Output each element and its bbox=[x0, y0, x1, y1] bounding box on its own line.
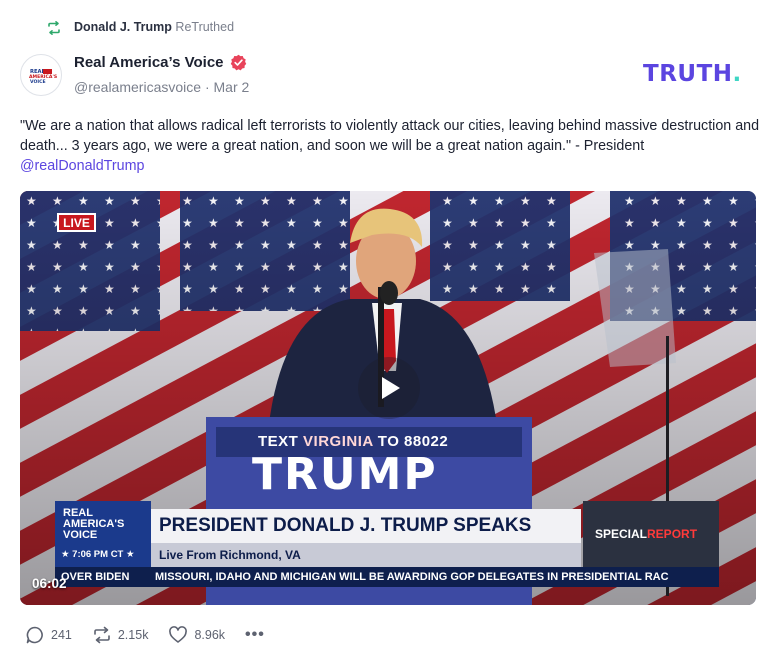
lower-third-headline: PRESIDENT DONALD J. TRUMP SPEAKS bbox=[151, 509, 581, 543]
podium-big-text: TRUMP bbox=[252, 449, 438, 500]
news-ticker: OVER BIDEN MISSOURI, IDAHO AND MICHIGAN … bbox=[55, 567, 719, 587]
podium-text-suffix: TO 88022 bbox=[373, 433, 449, 450]
verified-badge-icon bbox=[230, 54, 246, 71]
video-player[interactable]: ★ LIVE TEXT VIRGINIA TO 88022 TRUMP bbox=[20, 191, 756, 605]
post-body: "We are a nation that allows radical lef… bbox=[20, 118, 760, 154]
retruth-count: 2.15k bbox=[117, 628, 149, 642]
special-prefix: SPECIAL bbox=[595, 527, 648, 541]
retruth-author-link[interactable]: Donald J. Trump bbox=[74, 20, 172, 34]
like-button[interactable]: 8.96k bbox=[168, 625, 225, 645]
truth-logo-text: TRUTH bbox=[643, 61, 733, 87]
retruth-icon bbox=[94, 626, 110, 644]
ticker-right: MISSOURI, IDAHO AND MICHIGAN WILL BE AWA… bbox=[155, 571, 669, 583]
special-report-badge: SPECIAL REPORT bbox=[583, 501, 719, 567]
video-duration: 06:02 bbox=[32, 576, 67, 591]
network-logo-text: REAL AMERICA'S VOICE bbox=[63, 507, 125, 541]
podium-text-prefix: TEXT bbox=[258, 433, 304, 450]
like-count: 8.96k bbox=[194, 628, 226, 642]
retruth-label: ReTruthed bbox=[175, 20, 235, 34]
reply-count: 241 bbox=[51, 628, 72, 642]
play-button[interactable] bbox=[358, 357, 420, 419]
author-display-name[interactable]: Real America’s Voice bbox=[74, 54, 224, 71]
podium-sign-text: TEXT VIRGINIA TO 88022 bbox=[258, 433, 448, 450]
svg-text:VOICE: VOICE bbox=[30, 79, 46, 85]
play-icon bbox=[382, 377, 400, 399]
post-actions: 241 2.15k 8.96k ••• bbox=[25, 625, 265, 645]
ticker-left: OVER BIDEN bbox=[61, 571, 130, 583]
retruth-button[interactable]: 2.15k bbox=[92, 625, 149, 645]
author-handle-line: @realamericasvoice · Mar 2 bbox=[74, 79, 249, 95]
more-icon[interactable]: ••• bbox=[245, 626, 265, 644]
retruth-icon bbox=[48, 21, 60, 35]
post-text: "We are a nation that allows radical lef… bbox=[20, 116, 760, 176]
live-badge: LIVE bbox=[57, 213, 96, 232]
truth-logo-dot: . bbox=[732, 61, 742, 87]
mention-link[interactable]: @realDonaldTrump bbox=[20, 158, 144, 174]
reply-button[interactable]: 241 bbox=[25, 625, 72, 645]
special-suffix: REPORT bbox=[647, 527, 698, 541]
lower-third: REAL AMERICA'S VOICE ★ 7:06 PM CT ★ PRES… bbox=[55, 501, 719, 567]
retruth-text: Donald J. Trump ReTruthed bbox=[74, 20, 234, 34]
podium-text-highlight: VIRGINIA bbox=[303, 433, 374, 450]
real-americas-voice-logo: REAL AMERICA'S VOICE bbox=[26, 67, 57, 85]
broadcast-time: ★ 7:06 PM CT ★ bbox=[61, 549, 135, 560]
network-logo: REAL AMERICA'S VOICE ★ 7:06 PM CT ★ bbox=[55, 501, 151, 567]
reply-icon bbox=[26, 626, 43, 644]
post-date[interactable]: Mar 2 bbox=[214, 79, 250, 95]
author-name[interactable]: Real America’s Voice bbox=[74, 54, 247, 71]
truth-logo[interactable]: TRUTH. bbox=[643, 61, 742, 87]
heart-icon bbox=[169, 626, 188, 643]
lower-third-subline: Live From Richmond, VA bbox=[151, 543, 581, 567]
author-handle[interactable]: @realamericasvoice bbox=[74, 79, 201, 95]
meta-separator: · bbox=[204, 79, 210, 95]
avatar[interactable]: REAL AMERICA'S VOICE bbox=[20, 54, 62, 96]
